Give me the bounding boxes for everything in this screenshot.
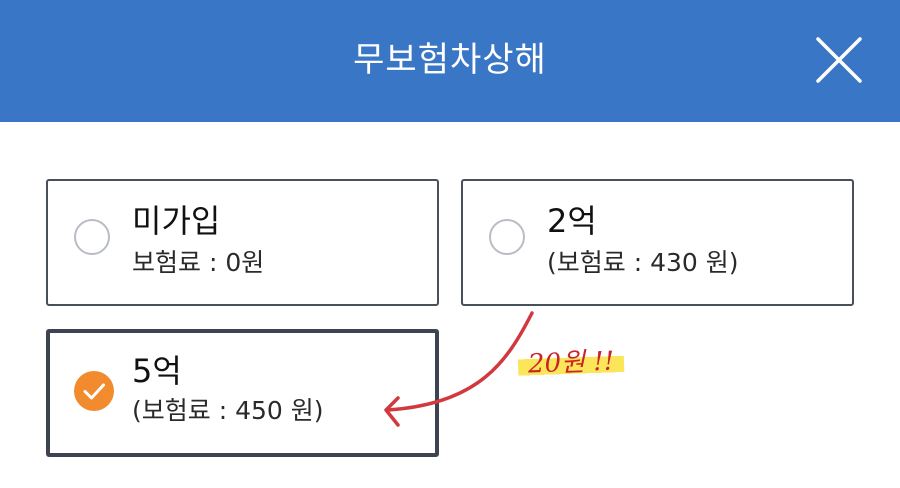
close-button[interactable] (812, 35, 868, 87)
modal-header: 무보험차상해 (0, 0, 900, 122)
option-label: 5억 (132, 352, 182, 390)
option-premium: (보험료 : 450 원) (132, 396, 324, 425)
radio-checked-icon[interactable] (74, 371, 114, 411)
modal-title: 무보험차상해 (353, 40, 547, 80)
close-icon (816, 37, 862, 83)
option-500m[interactable]: 5억 (보험료 : 450 원) (46, 329, 439, 457)
option-not-subscribed[interactable]: 미가입 보험료 : 0원 (46, 179, 439, 306)
radio-unchecked-icon[interactable] (74, 219, 110, 255)
handwritten-note: 20원 !! (517, 343, 625, 383)
option-200m[interactable]: 2억 (보험료 : 430 원) (461, 179, 854, 306)
checkmark-icon (83, 383, 105, 400)
option-premium: (보험료 : 430 원) (547, 248, 739, 277)
option-premium: 보험료 : 0원 (132, 248, 265, 277)
option-label: 미가입 (132, 202, 221, 240)
option-label: 2억 (547, 202, 597, 240)
radio-unchecked-icon[interactable] (489, 219, 525, 255)
